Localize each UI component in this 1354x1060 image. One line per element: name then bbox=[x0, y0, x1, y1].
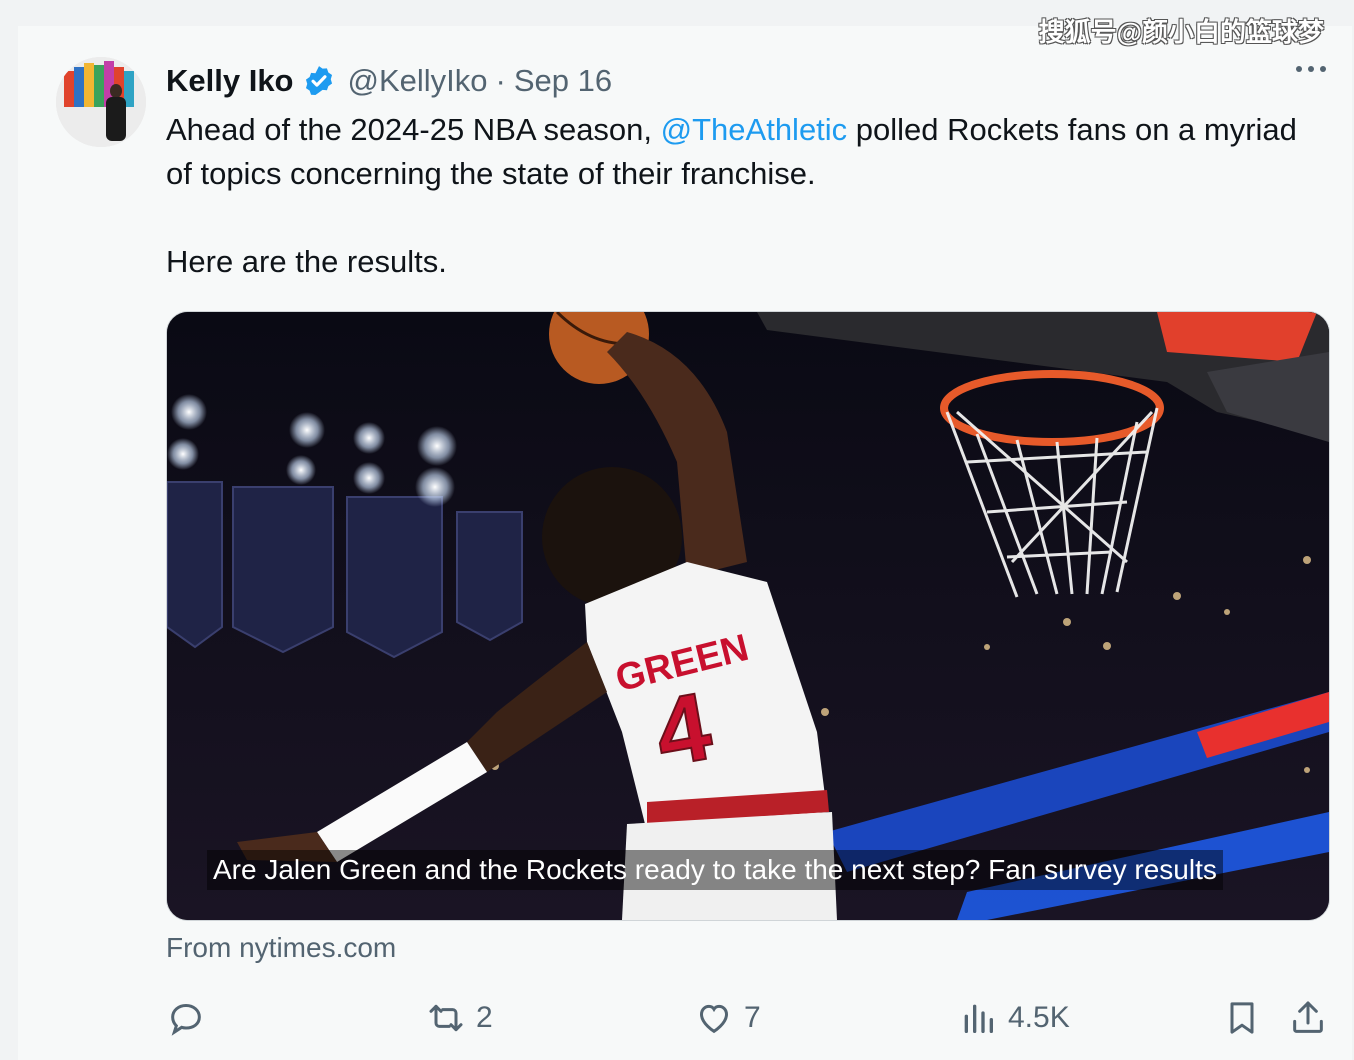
retweet-icon bbox=[426, 998, 466, 1038]
views-chart-icon bbox=[958, 998, 998, 1038]
tweet-header: Kelly Iko @KellyIko · Sep 16 bbox=[166, 60, 612, 102]
heart-icon bbox=[694, 998, 734, 1038]
avatar[interactable] bbox=[56, 57, 146, 147]
link-card-caption[interactable]: Are Jalen Green and the Rockets ready to… bbox=[207, 850, 1223, 890]
reply-button[interactable] bbox=[166, 996, 216, 1040]
bookmark-icon bbox=[1222, 998, 1262, 1038]
mention-link[interactable]: @TheAthletic bbox=[661, 112, 848, 147]
bookmark-button[interactable] bbox=[1222, 996, 1262, 1040]
tweet-date[interactable]: Sep 16 bbox=[514, 63, 612, 99]
author-name[interactable]: Kelly Iko bbox=[166, 63, 294, 99]
link-source[interactable]: From nytimes.com bbox=[166, 932, 396, 964]
action-bar: 2 7 4.5K bbox=[166, 996, 1330, 1040]
share-icon bbox=[1288, 998, 1328, 1038]
like-count: 7 bbox=[744, 1001, 761, 1034]
more-options-icon[interactable] bbox=[1296, 66, 1326, 72]
views-button[interactable]: 4.5K bbox=[958, 996, 1070, 1040]
link-card-image[interactable]: GREEN 4 Are Jalen Green and the Rockets … bbox=[166, 311, 1330, 921]
retweet-count: 2 bbox=[476, 1001, 493, 1034]
author-handle[interactable]: @KellyIko bbox=[348, 63, 488, 99]
tweet-text-part1: Ahead of the 2024-25 NBA season, bbox=[166, 112, 661, 147]
verified-badge-icon bbox=[302, 64, 336, 98]
watermark: 搜狐号@颜小白的篮球梦 bbox=[1038, 17, 1324, 47]
share-button[interactable] bbox=[1288, 996, 1328, 1040]
tweet-text: Ahead of the 2024-25 NBA season, @TheAth… bbox=[166, 108, 1326, 284]
retweet-button[interactable]: 2 bbox=[426, 996, 493, 1040]
like-button[interactable]: 7 bbox=[694, 996, 761, 1040]
separator-dot: · bbox=[495, 63, 506, 98]
tweet-text-line2: Here are the results. bbox=[166, 244, 447, 279]
reply-icon bbox=[166, 998, 206, 1038]
views-count: 4.5K bbox=[1008, 1001, 1070, 1034]
